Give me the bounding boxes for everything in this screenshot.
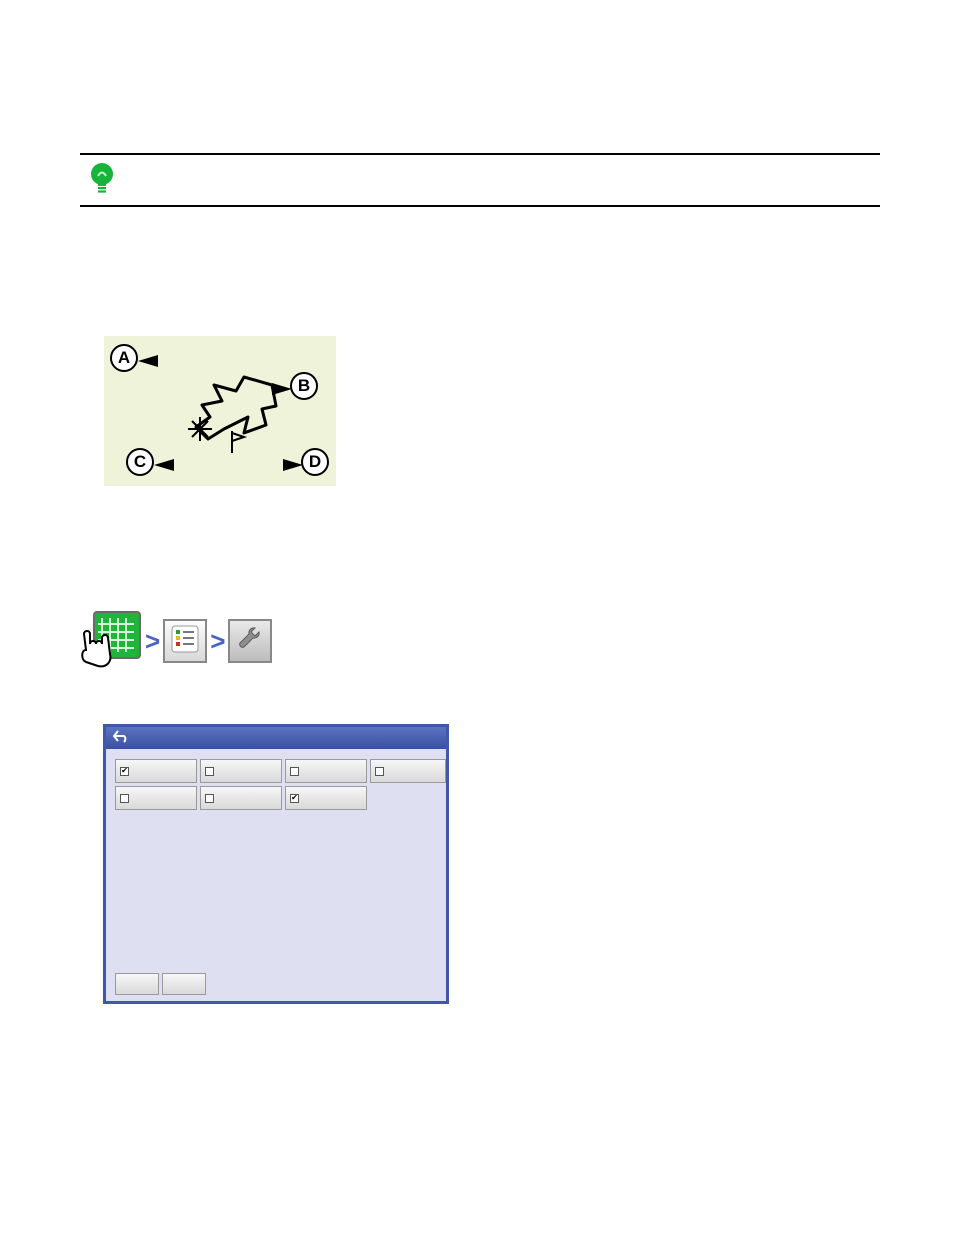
- option-2-2[interactable]: [200, 786, 282, 810]
- callout-a-label: A: [118, 348, 130, 368]
- callout-b-label: B: [298, 376, 310, 396]
- lightbulb-icon: [88, 162, 116, 207]
- option-1-1[interactable]: ✔: [115, 759, 197, 783]
- options-row-1: ✔: [115, 759, 446, 783]
- wrench-icon: [236, 625, 264, 658]
- option-2-1[interactable]: [115, 786, 197, 810]
- checkbox-icon: [290, 767, 299, 776]
- callout-a: A: [110, 344, 138, 372]
- option-1-2[interactable]: [200, 759, 282, 783]
- callout-c: C: [126, 448, 154, 476]
- dialog-button-2[interactable]: [162, 973, 206, 995]
- checkbox-icon: ✔: [290, 794, 299, 803]
- rule-bottom: [80, 205, 880, 207]
- rule-top: [80, 153, 880, 155]
- callout-c-label: C: [134, 452, 146, 472]
- dialog-button-1[interactable]: [115, 973, 159, 995]
- list-button[interactable]: [163, 619, 207, 663]
- callout-a-pointer-icon: [138, 354, 158, 372]
- dialog-titlebar: [106, 727, 446, 749]
- callout-d: D: [301, 448, 329, 476]
- checkbox-icon: [375, 767, 384, 776]
- path-separator-2: >: [210, 626, 225, 657]
- abcd-diagram: A B C D: [104, 336, 336, 486]
- path-separator-1: >: [145, 626, 160, 657]
- checkbox-icon: [120, 794, 129, 803]
- settings-button[interactable]: [228, 619, 272, 663]
- checkbox-icon: [205, 767, 214, 776]
- navigation-path: > >: [80, 610, 272, 672]
- callout-b: B: [290, 372, 318, 400]
- options-row-2: ✔: [115, 786, 446, 810]
- callout-d-pointer-icon: [283, 458, 303, 476]
- callout-b-pointer-icon: [272, 382, 292, 400]
- callout-d-label: D: [309, 452, 321, 472]
- option-1-4[interactable]: [370, 759, 446, 783]
- options-dialog: ✔ ✔: [103, 724, 449, 1004]
- back-arrow-icon[interactable]: [112, 729, 130, 748]
- option-2-3[interactable]: ✔: [285, 786, 367, 810]
- menu-grid-button[interactable]: [80, 610, 142, 672]
- checkbox-icon: ✔: [120, 767, 129, 776]
- checkbox-icon: [205, 794, 214, 803]
- option-1-3[interactable]: [285, 759, 367, 783]
- list-icon: [170, 624, 200, 659]
- callout-c-pointer-icon: [154, 458, 174, 476]
